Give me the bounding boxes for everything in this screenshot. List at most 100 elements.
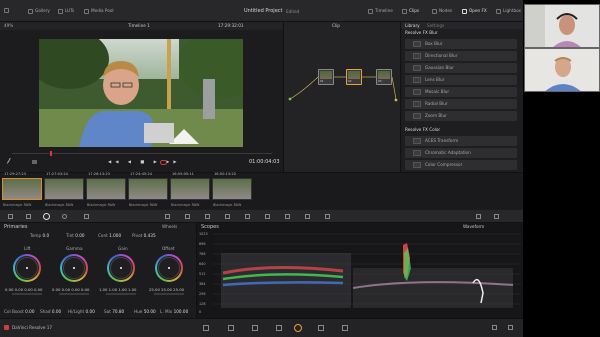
gain-wheel[interactable] (107, 254, 135, 282)
nodes-icon (432, 9, 437, 14)
playhead[interactable] (50, 151, 52, 156)
param-highlights[interactable]: Hi/Light 0.00 (68, 309, 95, 314)
param-contrast[interactable]: Cont 1.000 (98, 233, 121, 238)
tab-fx-settings[interactable]: Settings (427, 23, 444, 28)
fairlight-page-icon[interactable] (318, 325, 324, 331)
tab-open-fx[interactable]: Open FX (462, 9, 487, 14)
pen-tool-icon[interactable] (6, 157, 16, 167)
loop-icon[interactable] (160, 160, 167, 165)
gamma-wheel[interactable] (60, 254, 88, 282)
tab-clips[interactable]: Clips (402, 9, 419, 14)
curves-icon[interactable] (165, 214, 170, 219)
fx-directional-blur[interactable]: Directional Blur (405, 51, 517, 61)
offset-values[interactable]: 25.00 25.00 25.00 (149, 287, 184, 292)
fx-chromatic-adaptation[interactable]: Chromatic Adaptation (405, 148, 517, 158)
color-page-icon[interactable] (294, 324, 302, 332)
tab-library[interactable]: Library (405, 23, 420, 28)
audio-icon[interactable] (32, 160, 37, 164)
fx-lens-blur[interactable]: Lens Blur (405, 75, 517, 85)
info-icon[interactable] (494, 214, 499, 219)
tab-nodes[interactable]: Nodes (432, 9, 452, 14)
gamma-master-slider[interactable] (59, 293, 89, 295)
section-resolve-fx-color[interactable]: Resolve FX Color (405, 127, 440, 132)
media-page-icon[interactable] (203, 325, 209, 331)
section-resolve-fx-blur[interactable]: Resolve FX Blur (405, 30, 438, 35)
lightbox-icon (496, 9, 501, 14)
gain-master-slider[interactable] (106, 293, 136, 295)
zoom-level[interactable]: 49% (4, 23, 13, 28)
motion-effects-icon[interactable] (84, 214, 89, 219)
fx-gaussian-blur[interactable]: Gaussian Blur (405, 63, 517, 73)
clip-thumbnail[interactable]: 16:50:13:20 Blackmagic RAW (212, 172, 252, 207)
deliver-page-icon[interactable] (342, 325, 348, 331)
param-shadows[interactable]: Shad 0.00 (40, 309, 61, 314)
scopes-icon[interactable] (476, 214, 481, 219)
clip-thumbnail[interactable]: 17:27:03:24 Blackmagic RAW (44, 172, 84, 207)
node-01[interactable]: 01 (318, 69, 334, 85)
param-hue[interactable]: Hue 50.00 (134, 309, 156, 314)
lift-values[interactable]: 0.00 0.00 0.00 0.00 (5, 287, 42, 292)
fx-zoom-blur[interactable]: Zoom Blur (405, 111, 517, 121)
scope-scale: 1023 896 768 640 512 384 256 128 0 (199, 232, 208, 314)
cut-page-icon[interactable] (228, 325, 234, 331)
qualifier-icon[interactable] (205, 214, 210, 219)
param-color-boost[interactable]: Col Boost 0.00 (4, 309, 34, 314)
color-wheels-icon[interactable] (43, 213, 50, 220)
param-saturation[interactable]: Sat 70.80 (104, 309, 124, 314)
window-icon[interactable] (225, 214, 230, 219)
offset-master-slider[interactable] (154, 293, 184, 295)
node-editor[interactable]: Clip 01 02 03 (283, 22, 400, 172)
fx-box-blur[interactable]: Box Blur (405, 39, 517, 49)
clip-thumbnail[interactable]: 17:29:27:23 Blackmagic RAW (2, 172, 42, 207)
blur-icon[interactable] (285, 214, 290, 219)
davinci-resolve-window: Gallery LUTs Media Pool Untitled Project… (0, 0, 523, 337)
gain-values[interactable]: 1.00 1.00 1.00 1.00 (99, 287, 136, 292)
color-match-icon[interactable] (26, 214, 31, 219)
openfx-panel: Library Settings Resolve FX Blur Box Blu… (400, 22, 523, 172)
resolve-logo-icon (4, 325, 9, 330)
fx-mosaic-blur[interactable]: Mosaic Blur (405, 87, 517, 97)
clip-thumbnail[interactable]: 17:26:13:23 Blackmagic RAW (86, 172, 126, 207)
tab-timeline[interactable]: Timeline (368, 9, 393, 14)
home-icon[interactable] (492, 325, 497, 330)
fx-thumbnail-icon (413, 65, 421, 71)
camera-raw-icon[interactable] (8, 214, 13, 219)
wheel-label-lift: Lift (24, 246, 31, 251)
tab-media-pool[interactable]: Media Pool (84, 9, 114, 14)
tab-luts[interactable]: LUTs (58, 9, 74, 14)
lift-wheel[interactable] (13, 254, 41, 282)
tab-gallery[interactable]: Gallery (28, 9, 50, 14)
rgb-mixer-icon[interactable] (62, 214, 67, 219)
transport-controls[interactable]: ◀◀ ◀ ■ ▶ ▶▶ (108, 159, 181, 164)
color-warper-icon[interactable] (185, 214, 190, 219)
offset-wheel[interactable] (155, 254, 183, 282)
edit-page-icon[interactable] (252, 325, 258, 331)
clip-thumbnail[interactable]: 16:55:05:11 Blackmagic RAW (170, 172, 210, 207)
gamma-values[interactable]: 0.00 0.00 0.00 0.00 (52, 287, 89, 292)
param-tint[interactable]: Tint 0.00 (66, 233, 85, 238)
tracker-icon[interactable] (245, 214, 250, 219)
fx-color-compressor[interactable]: Color Compressor (405, 160, 517, 170)
param-luma-mix[interactable]: L. Mix 100.00 (160, 309, 188, 314)
fx-aces-transform[interactable]: ACES Transform (405, 136, 517, 146)
wheels-mode[interactable]: Wheels (162, 224, 177, 229)
tab-lightbox[interactable]: Lightbox (496, 9, 521, 14)
settings-icon[interactable] (508, 325, 513, 330)
param-pivot[interactable]: Pivot 0.435 (132, 233, 156, 238)
magic-mask-icon[interactable] (265, 214, 270, 219)
timeline-name-dropdown[interactable]: Timeline 1 (128, 23, 150, 28)
fusion-page-icon[interactable] (276, 325, 282, 331)
fx-radial-blur[interactable]: Radial Blur (405, 99, 517, 109)
participant-video-1 (524, 4, 600, 48)
key-icon[interactable] (305, 214, 310, 219)
lift-master-slider[interactable] (12, 293, 42, 295)
clip-thumbnail[interactable]: 17:24:45:24 Blackmagic RAW (128, 172, 168, 207)
node-03[interactable]: 03 (376, 69, 392, 85)
node-02[interactable]: 02 (346, 69, 362, 85)
participant-2-image (525, 49, 599, 91)
scope-mode-dropdown[interactable]: Waveform (463, 224, 484, 229)
param-temp[interactable]: Temp 0.0 (30, 233, 49, 238)
sizing-icon[interactable] (325, 214, 330, 219)
project-edited-status: Edited (286, 9, 300, 14)
top-toolbar: Gallery LUTs Media Pool Untitled Project… (0, 0, 523, 22)
